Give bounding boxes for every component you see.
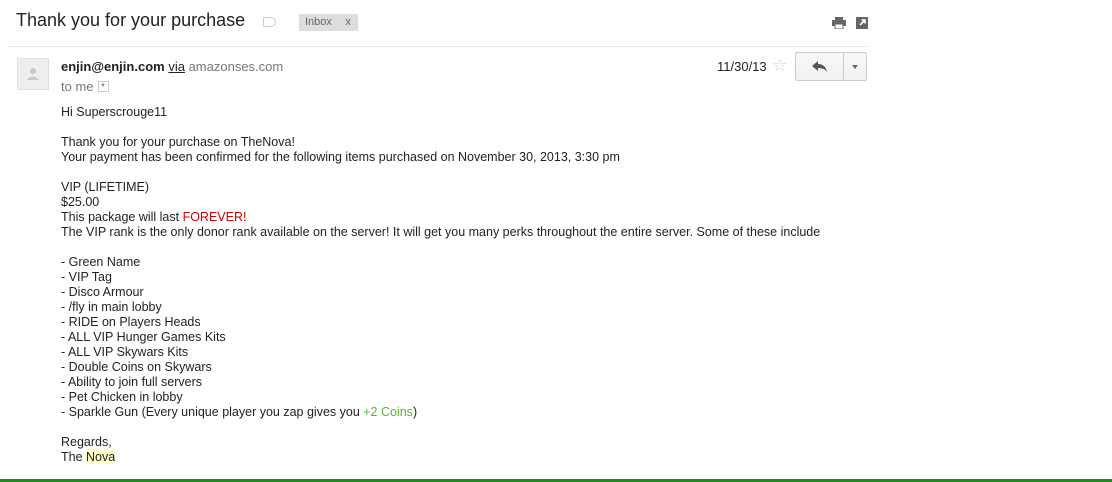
chevron-down-icon bbox=[852, 65, 858, 69]
sender-domain: amazonses.com bbox=[188, 59, 284, 74]
label-icon[interactable] bbox=[263, 17, 276, 27]
confirmation-line: Your payment has been confirmed for the … bbox=[61, 150, 620, 164]
avatar bbox=[17, 58, 49, 90]
remove-label-button[interactable]: x bbox=[346, 16, 352, 28]
thanks-line: Thank you for your purchase on TheNova! bbox=[61, 135, 295, 149]
perk-item: - Double Coins on Skywars bbox=[61, 360, 212, 374]
perk-item: - ALL VIP Skywars Kits bbox=[61, 345, 189, 359]
perk-item: - VIP Tag bbox=[61, 270, 112, 284]
reply-button[interactable] bbox=[796, 53, 844, 80]
perk-item: - Disco Armour bbox=[61, 285, 144, 299]
duration-prefix: This package will last bbox=[61, 210, 183, 224]
reply-button-group bbox=[795, 52, 867, 81]
perk-prefix: - Sparkle Gun (Every unique player you z… bbox=[61, 405, 364, 419]
avatar-icon bbox=[27, 68, 39, 80]
sign-off: Regards, bbox=[61, 435, 112, 449]
reply-icon bbox=[812, 61, 827, 72]
perk-item: - Green Name bbox=[61, 255, 141, 269]
perk-item: - ALL VIP Hunger Games Kits bbox=[61, 330, 226, 344]
header-divider bbox=[8, 46, 868, 47]
perk-item: - Ability to join full servers bbox=[61, 375, 203, 389]
print-icon[interactable] bbox=[832, 17, 846, 29]
duration-line: This package will last FOREVER! bbox=[61, 210, 881, 225]
sender-email[interactable]: enjin@enjin.com bbox=[61, 59, 165, 74]
perk-item: - /fly in main lobby bbox=[61, 300, 162, 314]
email-subject: Thank you for your purchase bbox=[16, 10, 246, 30]
email-body: Hi Superscrouge11 Thank you for your pur… bbox=[61, 105, 881, 465]
signature: The Nova bbox=[61, 450, 881, 465]
sender-line: enjin@enjin.com via amazonses.com bbox=[61, 59, 283, 74]
item-price: $25.00 bbox=[61, 195, 100, 209]
duration-highlight: FOREVER! bbox=[182, 210, 247, 224]
via-link[interactable]: via bbox=[168, 59, 185, 74]
perk-suffix: ) bbox=[412, 405, 418, 419]
signature-name: Nova bbox=[86, 450, 116, 464]
email-date: 11/30/13 bbox=[717, 59, 767, 74]
signature-prefix: The bbox=[61, 450, 87, 464]
more-options-button[interactable] bbox=[844, 53, 866, 80]
new-window-icon[interactable] bbox=[856, 17, 868, 29]
perk-item: - Pet Chicken in lobby bbox=[61, 390, 183, 404]
perk-item: - RIDE on Players Heads bbox=[61, 315, 201, 329]
recipient-line: to me ▼ bbox=[61, 79, 109, 94]
perk-coins-highlight: +2 Coins bbox=[363, 405, 413, 419]
recipient-text: to me bbox=[61, 79, 94, 94]
inbox-label-tag[interactable]: Inbox x bbox=[299, 14, 358, 31]
star-icon[interactable]: ☆ bbox=[772, 56, 787, 76]
description-line: The VIP rank is the only donor rank avai… bbox=[61, 225, 821, 239]
show-details-icon[interactable]: ▼ bbox=[97, 81, 109, 93]
item-name: VIP (LIFETIME) bbox=[61, 180, 149, 194]
inbox-label-text: Inbox bbox=[305, 16, 332, 28]
greeting: Hi Superscrouge11 bbox=[61, 105, 168, 119]
perk-item-sparkle-gun: - Sparkle Gun (Every unique player you z… bbox=[61, 405, 881, 420]
